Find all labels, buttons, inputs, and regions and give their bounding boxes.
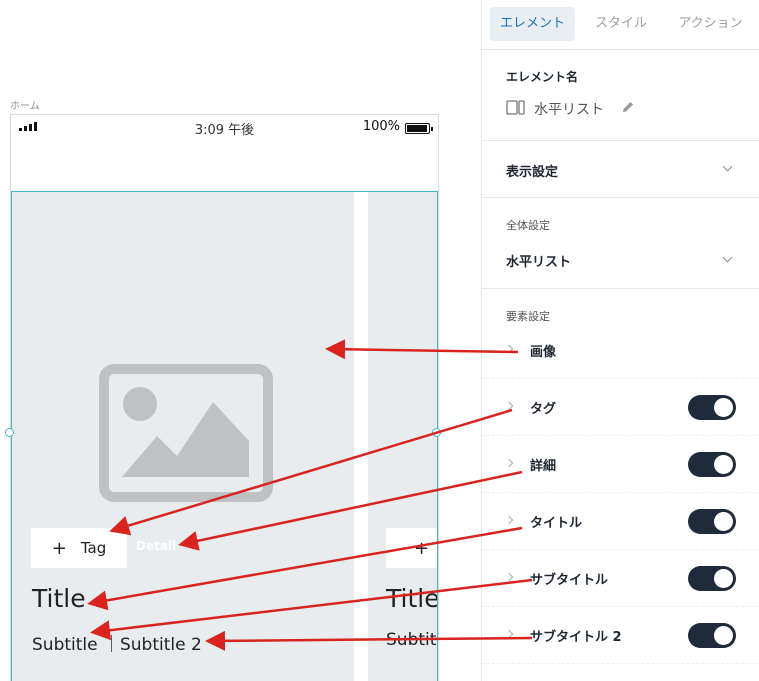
element-row-label: サブタイトル — [530, 573, 609, 588]
chevron-right-icon — [504, 401, 514, 411]
plus-icon: + — [51, 537, 67, 559]
chevron-right-icon — [504, 629, 514, 639]
card-title: Title — [386, 584, 438, 613]
battery-icon — [405, 123, 433, 134]
global-settings-label: 全体設定 — [506, 219, 550, 232]
global-settings-section: 全体設定 水平リスト — [482, 198, 759, 289]
element-name-label: エレメント名 — [506, 70, 579, 84]
element-row-image[interactable]: 画像 — [482, 322, 759, 379]
element-name-value: 水平リスト — [534, 102, 604, 118]
panel-tabs: エレメント スタイル アクション — [482, 0, 759, 50]
pencil-icon[interactable] — [621, 100, 635, 114]
chevron-down-icon — [722, 252, 733, 263]
card-title: Title — [32, 584, 86, 613]
battery-percent: 100% — [362, 119, 400, 134]
status-bar: 3:09 午後 100% — [11, 115, 438, 141]
tab-action[interactable]: アクション — [668, 7, 753, 41]
tab-style[interactable]: スタイル — [582, 7, 660, 41]
element-row-label: 詳細 — [530, 459, 557, 474]
element-row-subtitle[interactable]: サブタイトル — [482, 550, 759, 607]
element-row-label: タイトル — [530, 516, 583, 531]
subtitle-2-toggle[interactable] — [688, 623, 736, 648]
tag-chip[interactable]: + Tag — [31, 528, 127, 568]
image-placeholder-icon — [99, 364, 273, 502]
element-row-label: 画像 — [530, 345, 557, 360]
element-name-section: エレメント名 水平リスト — [482, 50, 759, 141]
detail-toggle[interactable] — [688, 452, 736, 477]
horizontal-list-icon — [506, 100, 525, 115]
element-settings-section: 要素設定 画像 タグ 詳細 タイトル サブタイトル サブタイトル 2 — [482, 289, 759, 681]
resize-handle-left[interactable] — [5, 428, 14, 437]
tag-label: Tag — [80, 539, 107, 557]
element-row-tag[interactable]: タグ — [482, 379, 759, 436]
tag-chip[interactable]: + — [386, 528, 437, 568]
element-row-title[interactable]: タイトル — [482, 493, 759, 550]
resize-handle-right[interactable] — [432, 428, 441, 437]
list-card[interactable]: + Tag Detail Title Subtitle ｜Subtitle 2 — [12, 192, 354, 681]
subtitle-toggle[interactable] — [688, 566, 736, 591]
display-settings-section[interactable]: 表示設定 — [482, 141, 759, 198]
tag-toggle[interactable] — [688, 395, 736, 420]
chevron-right-icon — [504, 572, 514, 582]
list-card[interactable]: + Title Subtit — [368, 192, 438, 681]
horizontal-list[interactable]: + Tag Detail Title Subtitle ｜Subtitle 2 … — [11, 191, 438, 681]
title-toggle[interactable] — [688, 509, 736, 534]
plus-icon: + — [414, 537, 430, 559]
chevron-right-icon — [504, 458, 514, 468]
screen-label: ホーム — [10, 101, 40, 112]
element-row-subtitle-2[interactable]: サブタイトル 2 — [482, 607, 759, 664]
chevron-down-icon — [722, 161, 733, 172]
detail-text: Detail — [136, 539, 177, 553]
element-row-label: タグ — [530, 402, 557, 417]
card-subtitle: Subtit — [386, 630, 437, 650]
tab-element[interactable]: エレメント — [490, 7, 575, 41]
card-subtitle: Subtitle ｜Subtitle 2 — [32, 635, 202, 655]
display-settings-title: 表示設定 — [506, 165, 559, 180]
phone-preview: 3:09 午後 100% + Tag Detail Title Subtitle… — [10, 114, 439, 681]
global-settings-value[interactable]: 水平リスト — [506, 251, 571, 270]
element-row-label: サブタイトル 2 — [530, 630, 622, 645]
properties-panel: エレメント スタイル アクション エレメント名 水平リスト 表示設定 全体設定 … — [481, 0, 759, 681]
chevron-right-icon — [504, 344, 514, 354]
chevron-right-icon — [504, 515, 514, 525]
element-row-detail[interactable]: 詳細 — [482, 436, 759, 493]
